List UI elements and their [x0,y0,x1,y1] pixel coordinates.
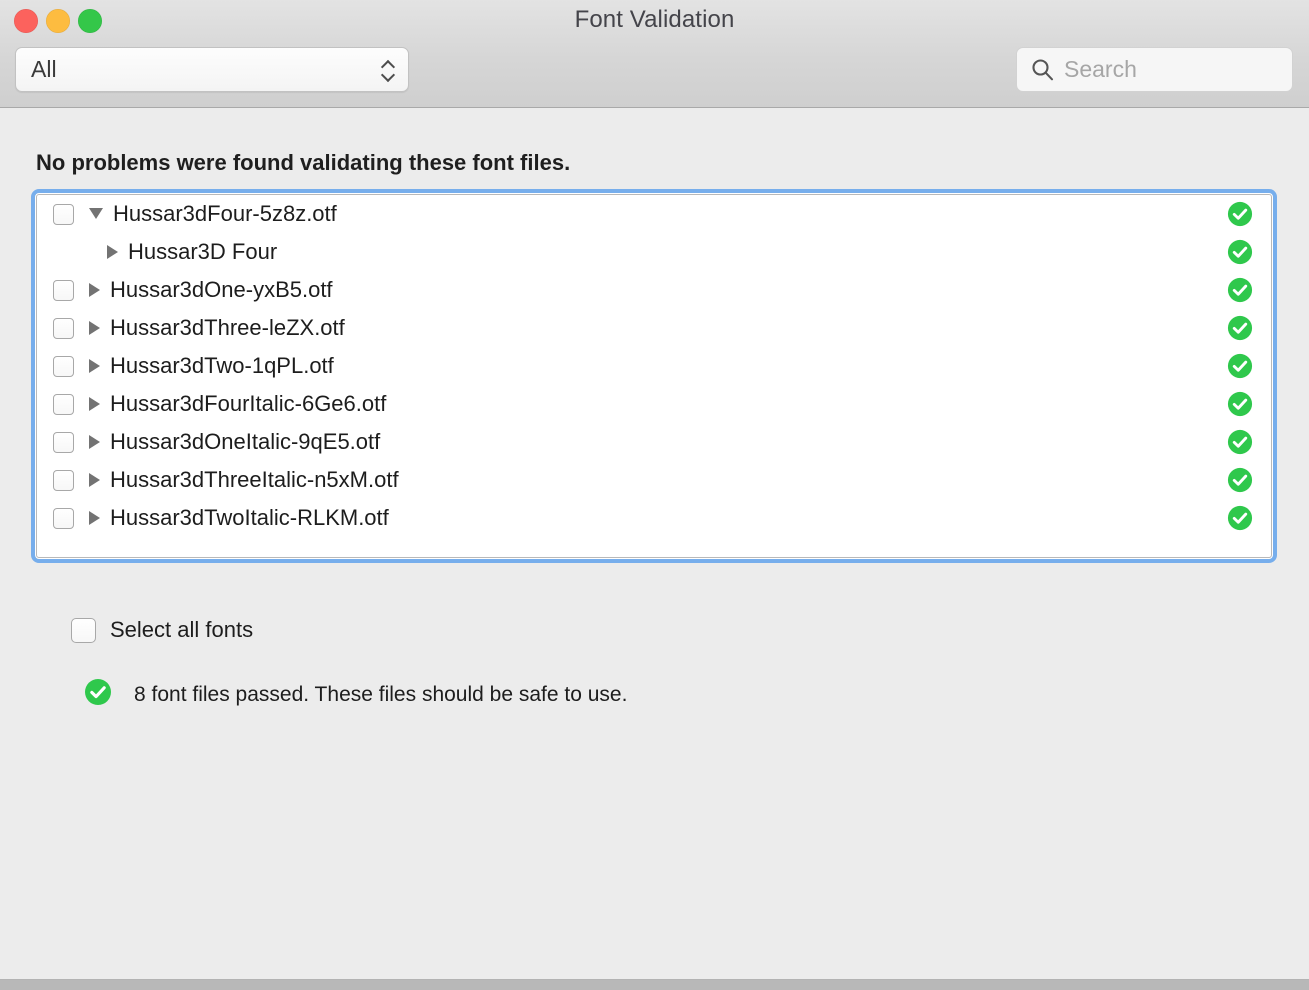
disclosure-triangle-closed-icon[interactable] [89,473,100,487]
select-all-fonts-checkbox[interactable] [71,617,96,643]
font-row-label: Hussar3dThreeItalic-n5xM.otf [110,467,399,492]
font-row-label: Hussar3D Four [128,239,278,264]
search-field[interactable] [1016,47,1293,92]
font-row-checkbox-cell[interactable] [37,355,89,377]
font-row-label: Hussar3dTwo-1qPL.otf [110,353,334,378]
disclosure-triangle-closed-icon[interactable] [89,359,100,373]
font-row-checkbox-cell[interactable] [37,507,89,529]
font-row-status-icon [1227,467,1253,493]
disclosure-triangle-closed-icon[interactable] [107,245,118,259]
font-collection-popup-value: All [31,56,57,82]
font-row-status-icon [1227,315,1253,341]
font-row-status-icon [1227,391,1253,417]
font-row-checkbox[interactable] [52,203,74,225]
font-row-status-icon [1227,505,1253,531]
font-list-row[interactable]: Hussar3dTwo-1qPL.otf [37,347,1271,385]
validation-status-row: 8 font files passed. These files should … [84,678,627,711]
font-row-checkbox[interactable] [52,317,74,339]
font-row-checkbox-cell[interactable] [37,317,89,339]
font-list-row[interactable]: Hussar3dOneItalic-9qE5.otf [37,423,1271,461]
font-list-row[interactable]: Hussar3dThree-leZX.otf [37,309,1271,347]
font-row-status-icon [1227,277,1253,303]
font-row-label: Hussar3dFour-5z8z.otf [113,201,337,226]
font-row-status-icon [1227,239,1253,265]
select-all-fonts-row[interactable]: Select all fonts [71,617,253,643]
select-all-fonts-label: Select all fonts [110,617,254,642]
font-row-checkbox-cell[interactable] [37,203,89,225]
disclosure-triangle-closed-icon[interactable] [89,397,100,411]
font-row-label: Hussar3dOne-yxB5.otf [110,277,333,302]
font-list-row[interactable]: Hussar3dOne-yxB5.otf [37,271,1271,309]
font-row-checkbox-cell[interactable] [37,393,89,415]
updown-chevron-icon [380,56,396,84]
font-row-status-icon [1227,429,1253,455]
font-row-checkbox-cell[interactable] [37,279,89,301]
validation-status-text: 8 font files passed. These files should … [134,682,628,706]
disclosure-triangle-closed-icon[interactable] [89,435,100,449]
font-validation-window: Font Validation All No problems were fou… [0,0,1309,980]
font-list-row[interactable]: Hussar3dThreeItalic-n5xM.otf [37,461,1271,499]
disclosure-triangle-closed-icon[interactable] [89,321,100,335]
font-row-status-icon [1227,353,1253,379]
font-row-checkbox[interactable] [52,469,74,491]
success-check-icon [84,678,112,711]
font-row-checkbox[interactable] [52,431,74,453]
font-row-checkbox[interactable] [52,393,74,415]
search-icon [1031,58,1054,81]
font-list-row[interactable]: Hussar3dFour-5z8z.otf [37,195,1271,233]
font-list-row[interactable]: Hussar3dTwoItalic-RLKM.otf [37,499,1271,537]
font-row-label: Hussar3dOneItalic-9qE5.otf [110,429,381,454]
disclosure-triangle-closed-icon[interactable] [89,283,100,297]
font-list-focus-ring: Hussar3dFour-5z8z.otf Hussar3D Four Hussar… [31,189,1277,563]
font-row-status-icon [1227,201,1253,227]
search-input[interactable] [1064,56,1269,83]
window-title: Font Validation [574,6,735,33]
font-list-row[interactable]: Hussar3dFourItalic-6Ge6.otf [37,385,1271,423]
font-row-label: Hussar3dTwoItalic-RLKM.otf [110,505,389,530]
content-area: No problems were found validating these … [0,108,1309,978]
disclosure-triangle-closed-icon[interactable] [89,511,100,525]
font-row-checkbox-cell[interactable] [37,431,89,453]
font-row-checkbox[interactable] [52,507,74,529]
font-row-label: Hussar3dFourItalic-6Ge6.otf [110,391,387,416]
font-row-checkbox-cell[interactable] [37,469,89,491]
validation-headline: No problems were found validating these … [36,150,571,175]
font-file-list[interactable]: Hussar3dFour-5z8z.otf Hussar3D Four Hussar… [36,194,1272,558]
disclosure-triangle-open-icon[interactable] [89,207,103,219]
font-row-checkbox[interactable] [52,279,74,301]
window-toolbar: Font Validation All [0,0,1309,108]
font-list-row[interactable]: Hussar3D Four [37,233,1271,271]
font-collection-popup-button[interactable]: All [15,47,409,92]
font-row-checkbox[interactable] [52,355,74,377]
font-row-label: Hussar3dThree-leZX.otf [110,315,345,340]
